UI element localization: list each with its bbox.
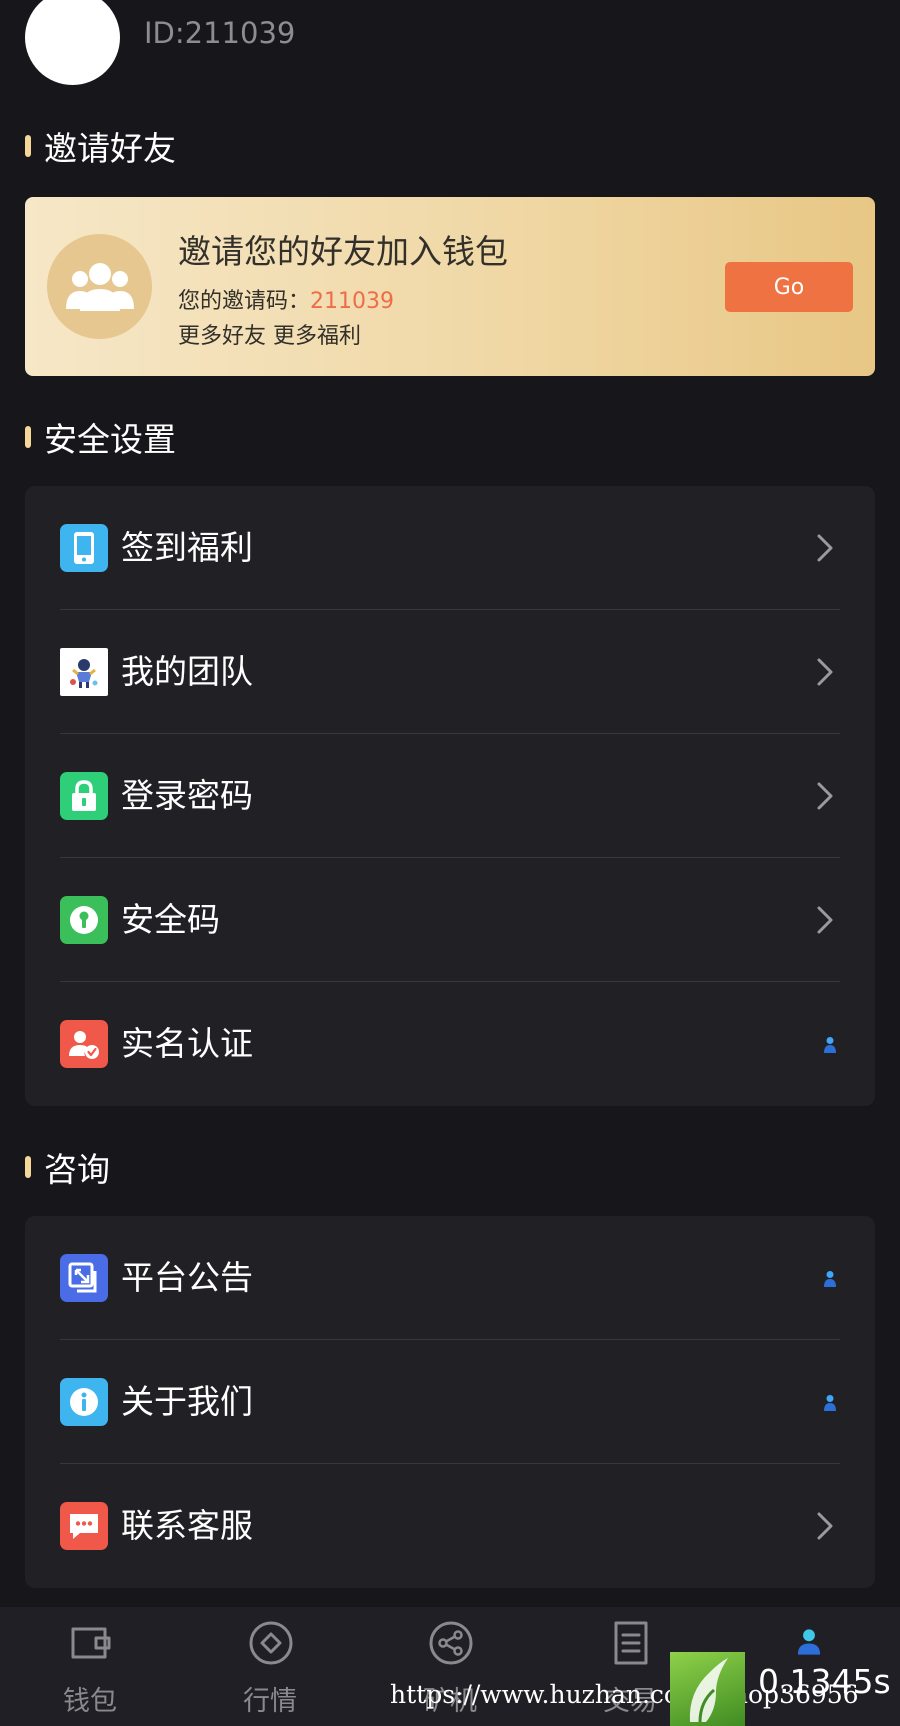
menu-item-label: 登录密码 bbox=[121, 776, 253, 815]
menu-item-label: 关于我们 bbox=[121, 1382, 253, 1421]
security-section-title-text: 安全设置 bbox=[44, 420, 176, 459]
invite-headline: 邀请您的好友加入钱包 bbox=[178, 232, 508, 271]
menu-item-label: 签到福利 bbox=[121, 528, 253, 567]
menu-item-label: 安全码 bbox=[121, 900, 220, 939]
invite-code-line: 您的邀请码：211039 bbox=[178, 283, 394, 315]
person-icon bbox=[824, 1037, 836, 1053]
announcement-icon bbox=[60, 1254, 108, 1302]
menu-item-my-team[interactable]: 我的团队 bbox=[25, 610, 875, 734]
timer-readout: 0.1345s bbox=[758, 1662, 891, 1701]
menu-item-security-code[interactable]: 安全码 bbox=[25, 858, 875, 982]
menu-item-about-us[interactable]: 关于我们 bbox=[25, 1340, 875, 1464]
chevron-right-icon bbox=[817, 782, 833, 810]
wallet-icon bbox=[71, 1627, 111, 1659]
invite-code-value: 211039 bbox=[310, 289, 394, 314]
person-icon bbox=[824, 1395, 836, 1411]
invite-subtext: 更多好友 更多福利 bbox=[178, 324, 361, 349]
keyhole-icon bbox=[60, 896, 108, 944]
security-section-title: 安全设置 bbox=[25, 415, 176, 459]
share-nodes-icon bbox=[429, 1621, 473, 1665]
diamond-icon bbox=[249, 1621, 293, 1665]
menu-item-real-name-verification[interactable]: 实名认证 bbox=[25, 982, 875, 1106]
phone-icon bbox=[60, 524, 108, 572]
invite-card: 邀请您的好友加入钱包 您的邀请码：211039 更多好友 更多福利 Go bbox=[25, 197, 875, 376]
menu-item-login-password[interactable]: 登录密码 bbox=[25, 734, 875, 858]
go-button[interactable]: Go bbox=[725, 262, 853, 312]
avatar[interactable] bbox=[25, 0, 120, 85]
invite-section-title: 邀请好友 bbox=[25, 124, 176, 168]
section-marker bbox=[25, 426, 31, 448]
invite-friends-icon bbox=[47, 234, 152, 339]
section-marker bbox=[25, 135, 31, 157]
menu-item-label: 实名认证 bbox=[121, 1024, 253, 1063]
lock-icon bbox=[60, 772, 108, 820]
person-icon bbox=[824, 1271, 836, 1287]
info-icon bbox=[60, 1378, 108, 1426]
consult-section-title-text: 咨询 bbox=[44, 1150, 110, 1189]
menu-item-customer-service[interactable]: 联系客服 bbox=[25, 1464, 875, 1588]
tab-market[interactable]: 行情 bbox=[180, 1607, 360, 1726]
user-icon bbox=[797, 1629, 821, 1655]
chevron-right-icon bbox=[817, 658, 833, 686]
tab-wallet[interactable]: 钱包 bbox=[0, 1607, 180, 1726]
menu-item-announcement[interactable]: 平台公告 bbox=[25, 1216, 875, 1340]
menu-item-label: 平台公告 bbox=[121, 1258, 253, 1297]
menu-item-check-in[interactable]: 签到福利 bbox=[25, 486, 875, 610]
security-menu: 签到福利 我的团队 登录密码 安全码 实名认证 bbox=[25, 486, 875, 1106]
chevron-right-icon bbox=[817, 906, 833, 934]
tab-label: 行情 bbox=[243, 1686, 297, 1717]
invite-code-label: 您的邀请码： bbox=[178, 289, 311, 314]
tab-label: 钱包 bbox=[63, 1686, 117, 1717]
chevron-right-icon bbox=[817, 1512, 833, 1540]
chat-icon bbox=[60, 1502, 108, 1550]
consult-section-title: 咨询 bbox=[25, 1145, 110, 1189]
watermark-logo-icon bbox=[670, 1652, 745, 1726]
section-marker bbox=[25, 1156, 31, 1178]
document-icon bbox=[614, 1621, 648, 1665]
invite-section-title-text: 邀请好友 bbox=[44, 129, 176, 168]
menu-item-label: 我的团队 bbox=[121, 652, 253, 691]
team-illustration-icon bbox=[60, 648, 108, 696]
consult-menu: 平台公告 关于我们 联系客服 bbox=[25, 1216, 875, 1588]
menu-item-label: 联系客服 bbox=[121, 1506, 253, 1545]
user-id: ID:211039 bbox=[144, 16, 296, 50]
chevron-right-icon bbox=[817, 534, 833, 562]
verified-user-icon bbox=[60, 1020, 108, 1068]
